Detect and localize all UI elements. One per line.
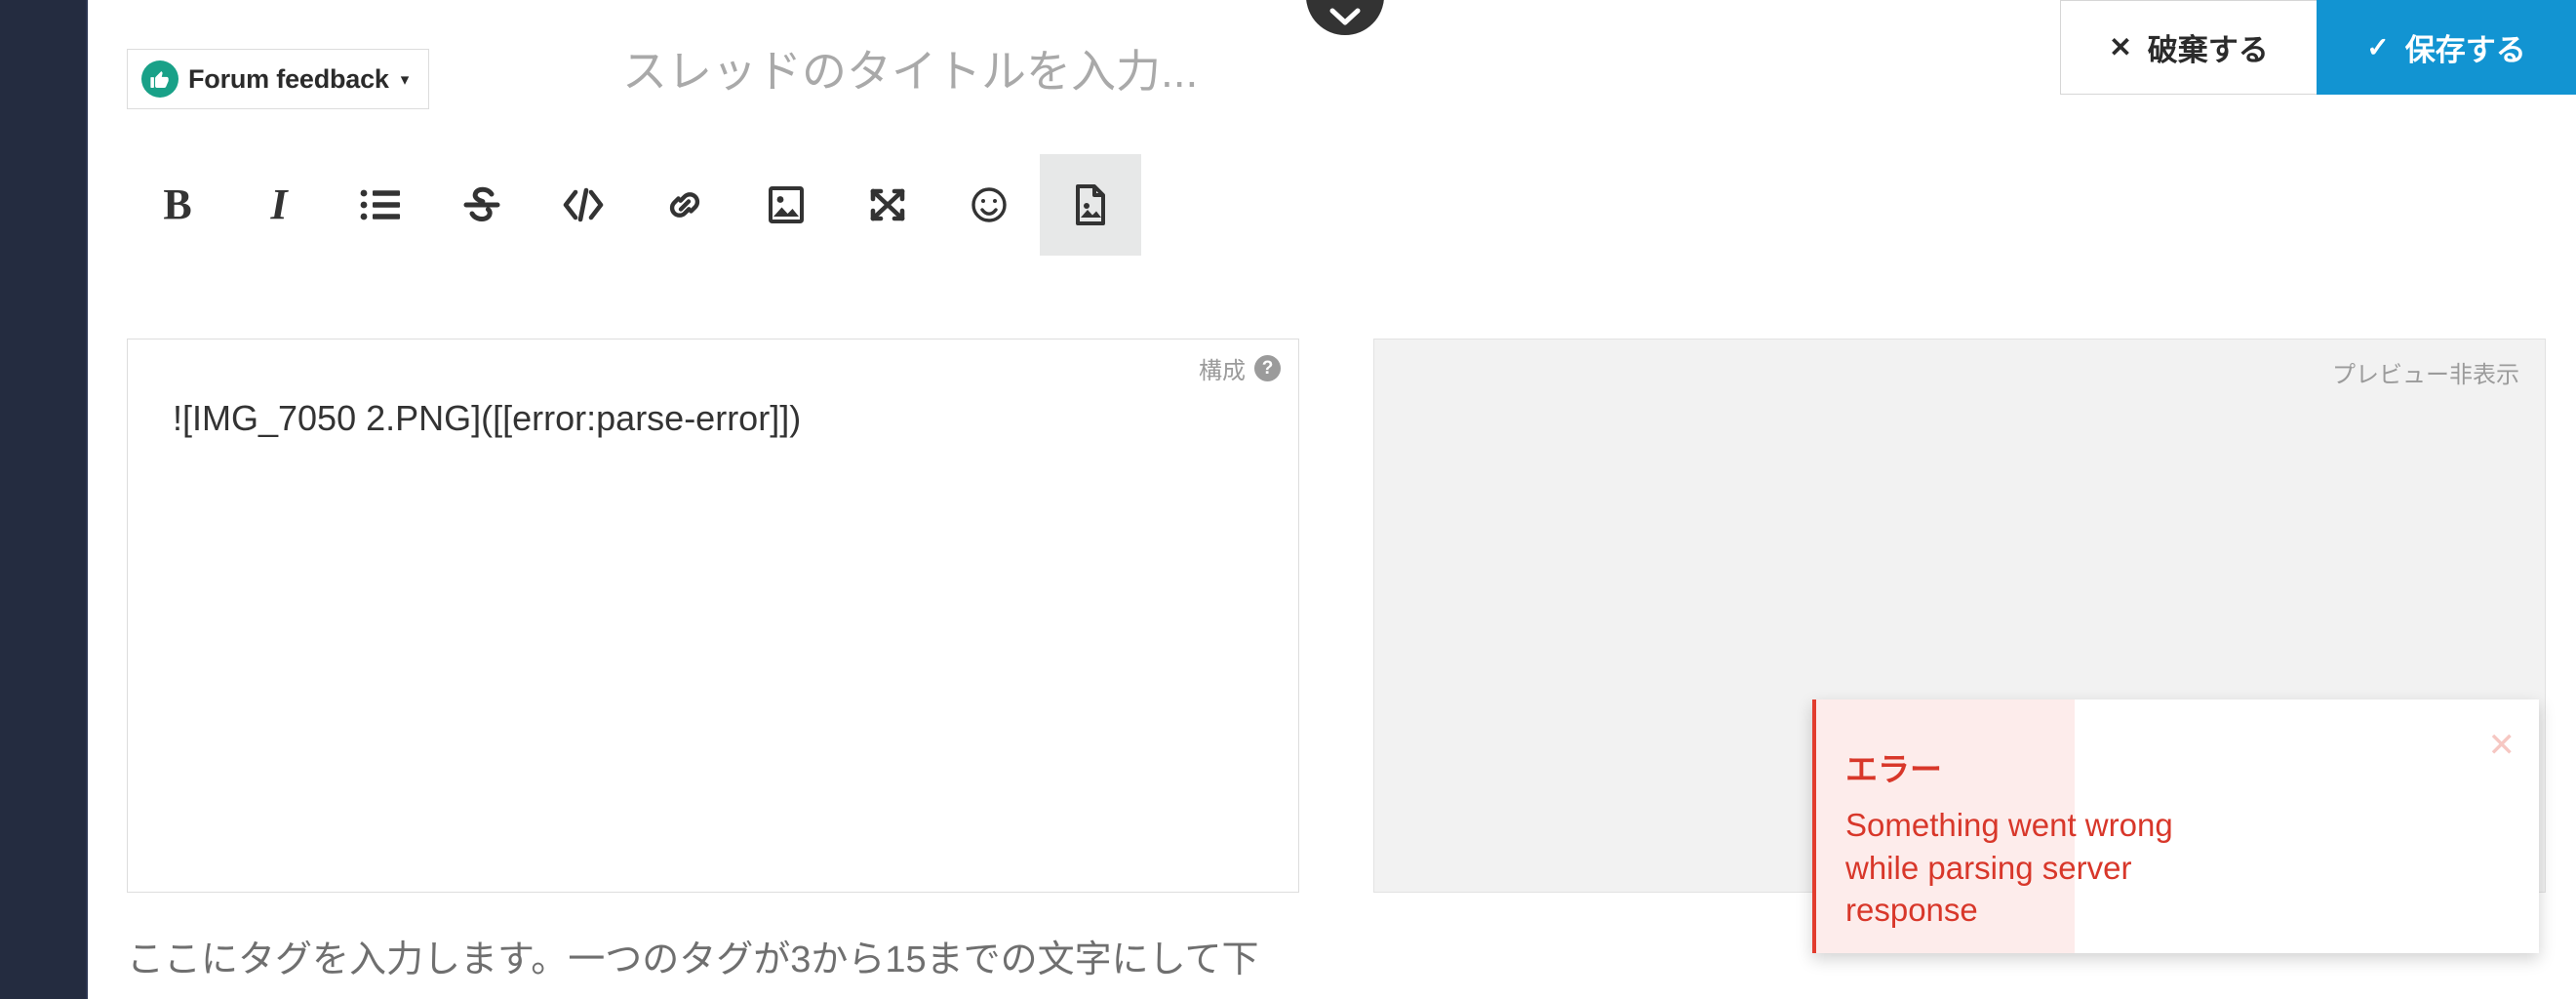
formatting-toolbar: B I [127, 154, 1141, 256]
link-icon [664, 184, 705, 225]
strikethrough-button[interactable] [431, 154, 533, 256]
toast-close-button[interactable]: ✕ [2488, 729, 2517, 762]
discard-button-label: 破棄する [2148, 25, 2269, 69]
compose-label: 構成 [1199, 351, 1246, 385]
image-icon [767, 184, 806, 225]
close-icon: ✕ [2109, 34, 2131, 61]
sidebar-rail-edge [86, 0, 88, 999]
code-button[interactable] [533, 154, 634, 256]
sidebar-rail [0, 0, 88, 999]
strikethrough-icon [462, 183, 501, 226]
composer-screen: Forum feedback ▾ ✕ 破棄する ✓ 保存する B I [0, 0, 2576, 999]
tags-input-hint[interactable]: ここにタグを入力します。一つのタグが3から15までの文字にして下 [127, 929, 1307, 982]
editor-pane: 構成 ? [127, 339, 1299, 893]
save-button[interactable]: ✓ 保存する [2317, 0, 2576, 95]
image-button[interactable] [735, 154, 837, 256]
link-button[interactable] [634, 154, 735, 256]
italic-button[interactable]: I [228, 154, 330, 256]
shuffle-button[interactable] [837, 154, 938, 256]
code-icon [562, 185, 605, 224]
bold-button[interactable]: B [127, 154, 228, 256]
help-icon[interactable]: ? [1254, 355, 1281, 381]
emoji-icon [969, 184, 1010, 225]
editor-pane-tools: 構成 ? [1199, 351, 1281, 385]
header-actions: ✕ 破棄する ✓ 保存する [2060, 0, 2576, 95]
chevron-down-icon: ▾ [401, 71, 410, 88]
category-selector-button[interactable]: Forum feedback ▾ [127, 49, 429, 109]
upload-file-button[interactable] [1040, 154, 1141, 256]
bold-icon: B [163, 183, 191, 226]
unordered-list-button[interactable] [330, 154, 431, 256]
toast-message: Something went wrong while parsing serve… [1845, 804, 2255, 932]
toast-title: エラー [1845, 743, 1942, 790]
error-toast: エラー Something went wrong while parsing s… [1812, 699, 2539, 953]
file-image-icon [1071, 182, 1110, 227]
discard-button[interactable]: ✕ 破棄する [2060, 0, 2317, 95]
post-content-textarea[interactable] [173, 393, 1269, 852]
thread-title-input[interactable] [622, 37, 1988, 105]
toggle-preview-button[interactable]: プレビュー非表示 [2332, 355, 2519, 389]
list-icon [360, 186, 401, 223]
category-label: Forum feedback [188, 64, 389, 95]
emoji-button[interactable] [938, 154, 1040, 256]
check-icon: ✓ [2366, 34, 2389, 61]
italic-icon: I [270, 183, 287, 226]
shuffle-icon [867, 185, 908, 224]
thumbs-up-icon [141, 60, 178, 98]
save-button-label: 保存する [2405, 25, 2526, 69]
